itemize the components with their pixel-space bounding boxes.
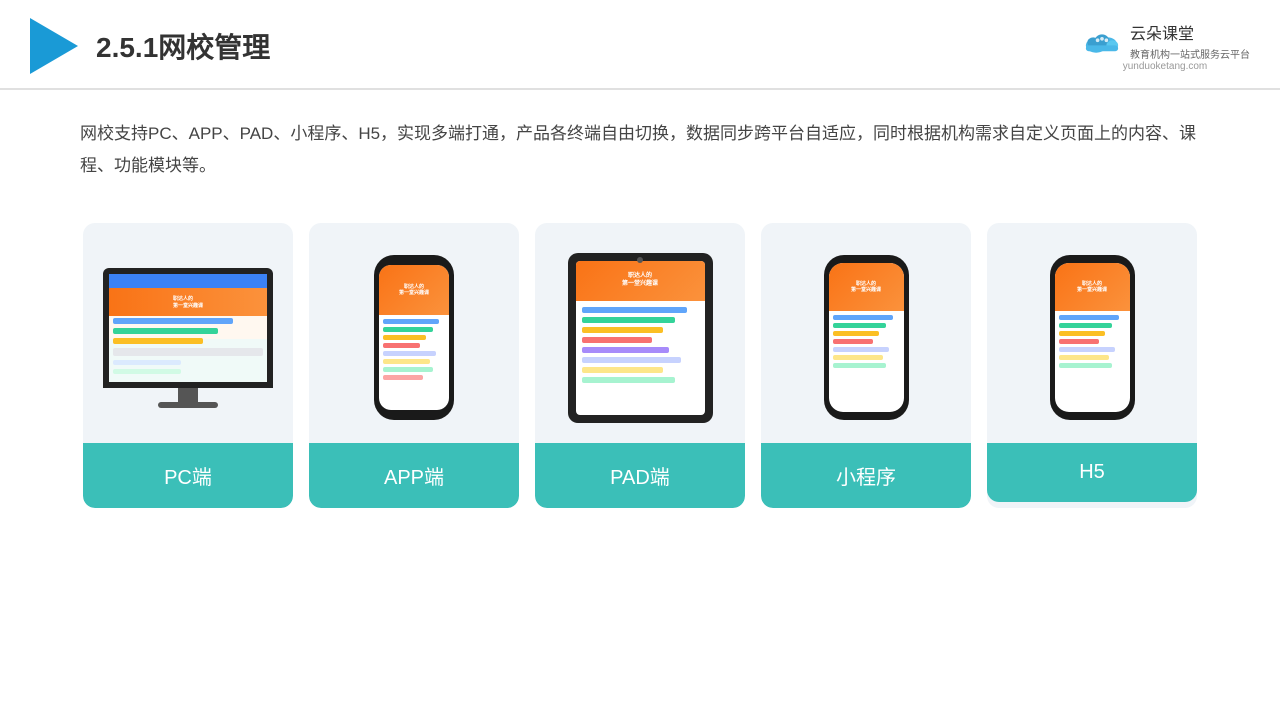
h5-phone-screen: 职达人的第一堂兴趣课 (1055, 263, 1130, 412)
header-left: 2.5.1网校管理 (30, 18, 270, 74)
card-app-label: APP端 (309, 443, 519, 508)
card-miniapp: 职达人的第一堂兴趣课 小程序 (761, 223, 971, 508)
card-pc-label: PC端 (83, 443, 293, 508)
monitor-frame: 职达人的第一堂兴趣课 (103, 268, 273, 388)
phone-notch (402, 259, 426, 265)
mini-phone-frame: 职达人的第一堂兴趣课 (824, 255, 909, 420)
miniapp-phone-mock: 职达人的第一堂兴趣课 (824, 255, 909, 420)
card-pc-image: 职达人的第一堂兴趣课 (83, 223, 293, 443)
card-miniapp-label: 小程序 (761, 443, 971, 508)
card-app: 职达人的第一堂兴趣课 (309, 223, 519, 508)
brand-name-group: 云朵课堂 教育机构一站式服务云平台 (1130, 20, 1250, 61)
app-phone-mock: 职达人的第一堂兴趣课 (374, 255, 454, 420)
card-pad-label: PAD端 (535, 443, 745, 508)
card-app-image: 职达人的第一堂兴趣课 (309, 223, 519, 443)
h5-phone-mock: 职达人的第一堂兴趣课 (1050, 255, 1135, 420)
header: 2.5.1网校管理 云朵课堂 教育机构一站式服务云平台 yunduoketang… (0, 0, 1280, 90)
mini-screen-text: 职达人的第一堂兴趣课 (851, 281, 881, 294)
card-h5-image: 职达人的第一堂兴趣课 (987, 223, 1197, 443)
mini-phone-screen: 职达人的第一堂兴趣课 (829, 263, 904, 412)
pc-device-mock: 职达人的第一堂兴趣课 (103, 268, 273, 408)
cloud-logo-icon (1080, 26, 1124, 56)
cards-container: 职达人的第一堂兴趣课 PC端 (0, 193, 1280, 538)
card-miniapp-image: 职达人的第一堂兴趣课 (761, 223, 971, 443)
phone-screen: 职达人的第一堂兴趣课 (379, 265, 449, 410)
brand-area: 云朵课堂 教育机构一站式服务云平台 yunduoketang.com (1080, 20, 1250, 72)
brand-url: yunduoketang.com (1123, 61, 1208, 72)
brand-tagline: 教育机构一站式服务云平台 (1130, 46, 1250, 61)
tablet-screen-text: 职达人的第一堂兴趣课 (622, 273, 658, 289)
card-pc: 职达人的第一堂兴趣课 PC端 (83, 223, 293, 508)
tablet-mock: 职达人的第一堂兴趣课 (568, 253, 713, 423)
tablet-screen: 职达人的第一堂兴趣课 (576, 261, 705, 415)
h5-screen-text: 职达人的第一堂兴趣课 (1077, 281, 1107, 294)
card-h5: 职达人的第一堂兴趣课 H5 (987, 223, 1197, 508)
phone-screen-text: 职达人的第一堂兴趣课 (399, 284, 429, 297)
h5-phone-frame: 职达人的第一堂兴趣课 (1050, 255, 1135, 420)
brand-logo: 云朵课堂 教育机构一站式服务云平台 (1080, 20, 1250, 61)
card-pad-image: 职达人的第一堂兴趣课 (535, 223, 745, 443)
brand-name: 云朵课堂 (1130, 20, 1250, 44)
card-h5-label: H5 (987, 443, 1197, 502)
description-text: 网校支持PC、APP、PAD、小程序、H5，实现多端打通，产品各终端自由切换，数… (0, 90, 1280, 193)
tablet-camera (637, 257, 643, 263)
play-icon (30, 18, 78, 74)
mini-phone-notch (855, 258, 877, 263)
phone-frame: 职达人的第一堂兴趣课 (374, 255, 454, 420)
h5-phone-notch (1081, 258, 1103, 263)
page-title: 2.5.1网校管理 (96, 26, 270, 66)
tablet-frame: 职达人的第一堂兴趣课 (568, 253, 713, 423)
monitor-screen: 职达人的第一堂兴趣课 (109, 274, 267, 382)
card-pad: 职达人的第一堂兴趣课 (535, 223, 745, 508)
